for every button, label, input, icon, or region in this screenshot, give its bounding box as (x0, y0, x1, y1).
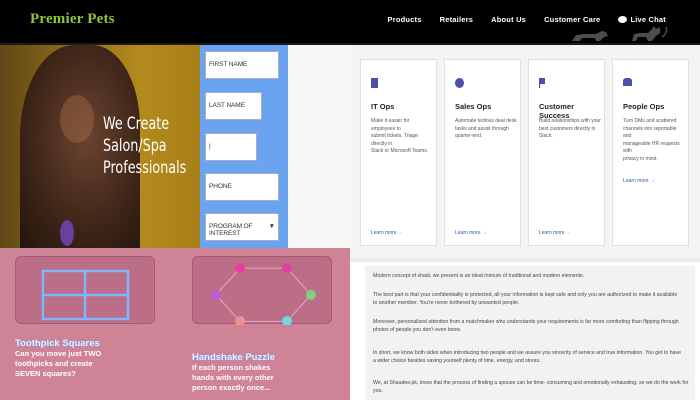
card-text-line: Slack or Microsoft Teams. (371, 148, 429, 154)
feature-cards: IT Ops Make it easier for employees to s… (350, 45, 700, 258)
article-line: you. (373, 388, 383, 394)
card-title: Sales Ops (455, 102, 492, 111)
article-paragraph: Modern concept of shadi, we present is a… (373, 272, 691, 280)
feature-card: Customer Success Build relationships wit… (528, 59, 605, 246)
article-line: to another member. You're never bothered… (373, 300, 520, 306)
card-description: Turn DMs and scattered channels into rep… (623, 118, 685, 163)
learn-more-link[interactable]: Learn more → (539, 230, 571, 236)
puzzle-text-line: person exactly once... (192, 383, 271, 392)
card-text-line: Build relationships with your (539, 118, 601, 124)
article-paragraph: The best part is that your confidentiali… (373, 291, 691, 307)
nav-about-us[interactable]: About Us (491, 15, 526, 24)
salon-headline-line: Professionals (103, 158, 187, 178)
article-paragraph: In short, we know both sides when introd… (373, 349, 691, 365)
card-text-line: best customers directly in Slack. (539, 125, 596, 140)
program-select[interactable]: PROGRAM OF INTEREST ▼ (205, 213, 279, 241)
chat-bubble-icon (618, 16, 628, 23)
live-chat-label: Live Chat (630, 15, 666, 24)
article-paragraph: Moreover, personalized attention from a … (373, 318, 691, 334)
nav-retailers[interactable]: Retailers (440, 15, 474, 24)
article-paragraph: We, at Shaadee.pk, know that the process… (373, 379, 691, 395)
puzzle-text-line: toothpicks and create (15, 359, 93, 368)
nav-products[interactable]: Products (388, 15, 422, 24)
last-name-field[interactable]: LAST NAME (205, 92, 262, 120)
card-text-line: Automate tedious deal desk (455, 118, 517, 124)
model-highlight (60, 95, 94, 143)
brand-logo[interactable]: Premier Pets (30, 11, 115, 28)
handshake-hexagon-icon (211, 263, 316, 326)
card-text-line: Turn DMs and scattered (623, 118, 677, 124)
chevron-down-icon: ▼ (268, 223, 275, 230)
feature-card: People Ops Turn DMs and scattered channe… (612, 59, 689, 246)
puzzle-description: If each person shakes hands with every o… (192, 363, 332, 393)
article-line: a wider choice besides saving yourself p… (373, 358, 541, 364)
puzzle-text-line: If each person shakes (192, 363, 271, 372)
article-line: We, at Shaadee.pk, know that the process… (373, 380, 689, 386)
feature-card: Sales Ops Automate tedious deal desk tas… (444, 59, 521, 246)
learn-more-link[interactable]: Learn more → (455, 230, 487, 236)
article-body: Modern concept of shadi, we present is a… (365, 266, 695, 400)
lead-form: FIRST NAME LAST NAME | PHONE PROGRAM OF … (200, 45, 288, 248)
puzzle-text-line: SEVEN squares? (15, 369, 76, 378)
puzzle-title[interactable]: Handshake Puzzle (192, 352, 275, 363)
card-text-line: tasks and assist through (455, 125, 509, 132)
salon-headline: We Create Salon/Spa Professionals (103, 113, 187, 179)
site-header: Premier Pets Products Retailers About Us… (0, 0, 700, 43)
card-text-line: quarter-end. (455, 133, 483, 139)
toothpick-grid-icon (41, 269, 130, 321)
article-line: Moreover, personalized attention from a … (373, 319, 679, 325)
article-line: The best part is that your confidentiali… (373, 292, 678, 298)
card-text-line: manageable HR requests with (623, 140, 680, 155)
puzzle-text-line: Can you move just TWO (15, 349, 102, 358)
card-text-line: channels into reportable and (623, 125, 677, 140)
puzzle-description: Can you move just TWO toothpicks and cre… (15, 349, 155, 379)
article-line: photos of people you don't even know. (373, 327, 462, 333)
handshake-puzzle-image[interactable] (192, 256, 332, 326)
article-section: Modern concept of shadi, we present is a… (350, 258, 700, 400)
feature-card: IT Ops Make it easier for employees to s… (360, 59, 437, 246)
puzzle-title[interactable]: Toothpick Squares (15, 338, 100, 349)
toothpick-puzzle-image[interactable] (15, 256, 155, 324)
salon-ad-image: We Create Salon/Spa Professionals (0, 45, 200, 248)
main-nav: Products Retailers About Us Customer Car… (388, 15, 666, 24)
puzzles-section: Toothpick Squares Can you move just TWO … (0, 248, 350, 400)
gap-strip (288, 45, 350, 248)
sales-icon (455, 78, 464, 88)
email-field[interactable]: | (205, 133, 257, 161)
article-line: In short, we know both sides when introd… (373, 350, 681, 356)
nav-customer-care[interactable]: Customer Care (544, 15, 600, 24)
card-text-line: submit tickets. Triage directly in (371, 133, 418, 147)
card-text-line: Make it easier for employees to (371, 118, 410, 132)
live-chat-button[interactable]: Live Chat (618, 15, 666, 24)
card-title: People Ops (623, 102, 665, 111)
program-select-label: PROGRAM OF INTEREST (209, 223, 253, 237)
flag-icon (539, 78, 545, 88)
document-icon (371, 78, 378, 88)
phone-field[interactable]: PHONE (205, 173, 279, 201)
puzzle-text-line: hands with every other (192, 373, 274, 382)
learn-more-link[interactable]: Learn more → (371, 230, 403, 236)
earring-icon (60, 220, 74, 246)
card-text-line: privacy in mind. (623, 155, 658, 162)
article-line: Modern concept of shadi, we present is a… (373, 273, 585, 279)
pets-silhouette-icon (572, 26, 668, 41)
card-description: Make it easier for employees to submit t… (371, 118, 433, 156)
people-icon (623, 78, 632, 86)
salon-headline-line: We Create (103, 114, 170, 134)
first-name-field[interactable]: FIRST NAME (205, 51, 279, 79)
card-description: Automate tedious deal desk tasks and ass… (455, 118, 517, 141)
page: Premier Pets Products Retailers About Us… (0, 0, 700, 400)
learn-more-link[interactable]: Learn more → (623, 178, 655, 184)
card-title: IT Ops (371, 102, 395, 111)
card-description: Build relationships with your best custo… (539, 118, 601, 141)
salon-headline-line: Salon/Spa (103, 136, 167, 156)
